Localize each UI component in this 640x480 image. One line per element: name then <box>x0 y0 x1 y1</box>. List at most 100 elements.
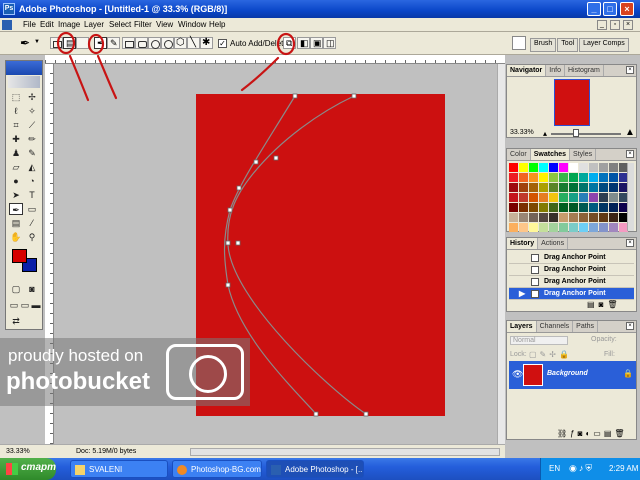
zoom-tool-icon[interactable]: ⚲ <box>25 231 39 243</box>
anchor-point[interactable] <box>313 411 319 417</box>
navigator-zoom-value[interactable]: 33.33% <box>510 129 534 136</box>
tab-navigator[interactable]: Navigator <box>507 65 547 76</box>
lock-options-icons[interactable]: ▢✎✢🔒 <box>529 350 572 359</box>
color-swatch[interactable] <box>509 173 518 182</box>
color-swatch[interactable] <box>549 223 558 232</box>
new-group-icon[interactable]: ▭ <box>593 429 604 438</box>
navigator-zoom-slider[interactable] <box>551 133 621 135</box>
jump-to-imageready-icon[interactable]: ⇄ <box>9 315 23 327</box>
color-swatch[interactable] <box>589 183 598 192</box>
color-swatch[interactable] <box>599 193 608 202</box>
color-swatch[interactable] <box>609 183 618 192</box>
anchor-point[interactable] <box>236 185 242 191</box>
zoom-out-icon[interactable]: ▴ <box>543 129 547 138</box>
history-item[interactable]: Drag Anchor Point <box>509 276 634 288</box>
color-swatch[interactable] <box>529 213 538 222</box>
healing-brush-tool-icon[interactable]: ✚ <box>9 133 23 145</box>
hand-tool-icon[interactable]: ✋ <box>9 231 23 243</box>
color-swatch[interactable] <box>569 183 578 192</box>
color-swatch[interactable] <box>539 223 548 232</box>
color-swatch[interactable] <box>519 193 528 202</box>
anchor-point[interactable] <box>235 240 241 246</box>
delete-state-icon[interactable]: 🗑 <box>607 300 621 309</box>
status-doc-size[interactable]: Doc: 5.19M/0 bytes <box>76 448 136 455</box>
color-swatch[interactable] <box>599 203 608 212</box>
color-swatch[interactable] <box>579 213 588 222</box>
blend-mode-select[interactable]: Normal <box>510 336 568 345</box>
tab-channels[interactable]: Channels <box>537 321 574 332</box>
tab-actions[interactable]: Actions <box>538 238 569 249</box>
color-swatch[interactable] <box>609 163 618 172</box>
anchor-point[interactable] <box>363 411 369 417</box>
paint-bucket-tool-icon[interactable]: ◭ <box>25 161 39 173</box>
layer-style-icon[interactable]: ƒ <box>570 429 577 438</box>
quick-mask-mode-icon[interactable]: ◙ <box>25 283 39 295</box>
color-swatch[interactable] <box>539 213 548 222</box>
task-browser[interactable]: Photoshop-BG.com - ... <box>172 460 262 478</box>
task-svaleni[interactable]: SVALENI <box>70 460 168 478</box>
color-swatch[interactable] <box>609 203 618 212</box>
color-swatch[interactable] <box>509 163 518 172</box>
screen-mode-full-icon[interactable]: ▬ <box>29 299 43 311</box>
anchor-point[interactable] <box>253 159 259 165</box>
panel-close-icon[interactable]: × <box>626 239 634 247</box>
language-indicator[interactable]: EN <box>549 464 560 473</box>
history-brush-tool-icon[interactable]: ✎ <box>25 147 39 159</box>
color-swatch[interactable] <box>599 173 608 182</box>
navigator-zoom-knob[interactable] <box>573 129 579 137</box>
eyedropper-tool-icon[interactable]: ⁄ <box>25 217 39 229</box>
color-swatch[interactable] <box>539 183 548 192</box>
tab-info[interactable]: Info <box>546 65 565 76</box>
anchor-point[interactable] <box>227 207 233 213</box>
color-swatch[interactable] <box>509 203 518 212</box>
color-swatch[interactable] <box>589 193 598 202</box>
color-swatch[interactable] <box>559 213 568 222</box>
move-tool-icon[interactable]: ✢ <box>25 91 39 103</box>
dodge-tool-icon[interactable]: ◔ <box>25 175 39 187</box>
start-button[interactable]: старт <box>0 458 56 480</box>
color-swatch[interactable] <box>609 173 618 182</box>
color-swatch[interactable] <box>609 193 618 202</box>
color-swatch[interactable] <box>609 223 618 232</box>
color-swatch[interactable] <box>509 183 518 192</box>
color-swatch[interactable] <box>579 163 588 172</box>
swatch-grid[interactable] <box>509 163 628 232</box>
slice-tool-icon[interactable]: ⟋ <box>25 119 39 131</box>
history-slider-icon[interactable]: ▶ <box>519 289 525 298</box>
clock[interactable]: 2:29 AM <box>609 464 638 473</box>
history-item-active[interactable]: ▶ Drag Anchor Point <box>509 288 634 300</box>
vertical-scrollbar[interactable] <box>497 64 505 444</box>
delete-layer-icon[interactable]: 🗑 <box>614 429 627 438</box>
color-swatch[interactable] <box>509 213 518 222</box>
color-swatch[interactable] <box>569 203 578 212</box>
magic-wand-tool-icon[interactable]: ✧ <box>25 105 39 117</box>
color-swatch[interactable] <box>539 203 548 212</box>
tab-histogram[interactable]: Histogram <box>565 65 604 76</box>
anchor-point[interactable] <box>225 282 231 288</box>
color-swatch[interactable] <box>519 173 528 182</box>
network-icon[interactable]: ◉ <box>569 463 579 473</box>
color-swatch[interactable] <box>559 173 568 182</box>
color-swatch[interactable] <box>569 223 578 232</box>
swatches-scrollbar[interactable] <box>627 163 634 231</box>
zoom-in-icon[interactable]: ▲ <box>625 127 635 138</box>
color-swatch[interactable] <box>559 223 568 232</box>
history-item[interactable]: Drag Anchor Point <box>509 252 634 264</box>
lasso-tool-icon[interactable]: ℓ <box>9 105 23 117</box>
color-swatch[interactable] <box>579 193 588 202</box>
color-swatch[interactable] <box>609 213 618 222</box>
tab-layers[interactable]: Layers <box>507 321 537 332</box>
color-swatch[interactable] <box>589 213 598 222</box>
color-swatch[interactable] <box>549 163 558 172</box>
notes-tool-icon[interactable]: ▤ <box>9 217 23 229</box>
toolbox-title-bar[interactable] <box>6 61 42 75</box>
color-swatch[interactable] <box>539 163 548 172</box>
color-swatch[interactable] <box>549 193 558 202</box>
color-swatch[interactable] <box>519 203 528 212</box>
color-swatch[interactable] <box>599 183 608 192</box>
color-swatch[interactable] <box>549 213 558 222</box>
color-swatch[interactable] <box>559 183 568 192</box>
color-swatch[interactable] <box>599 163 608 172</box>
pen-tool-icon[interactable]: ✒ <box>9 203 23 215</box>
color-swatch[interactable] <box>529 163 538 172</box>
